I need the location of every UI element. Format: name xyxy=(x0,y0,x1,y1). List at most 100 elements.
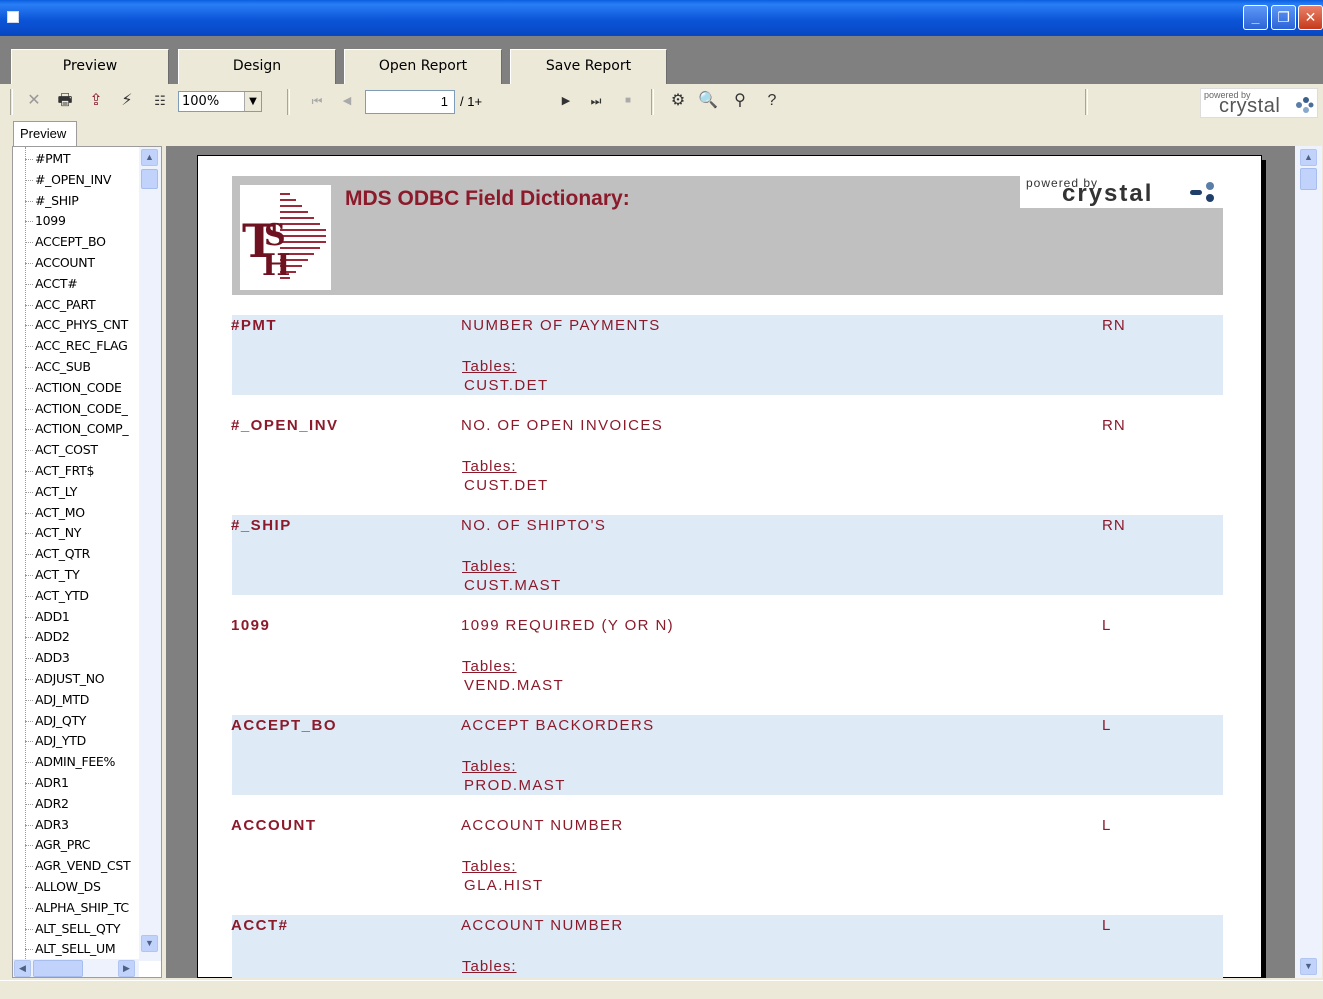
tree-item[interactable]: ALLOW_DS xyxy=(35,877,101,897)
drill-up-icon[interactable]: ⚙ xyxy=(668,91,688,111)
tree-item[interactable]: ALPHA_SHIP_TC xyxy=(35,898,129,918)
print-icon[interactable]: 🖶 xyxy=(55,91,75,111)
tree-connector xyxy=(25,387,33,389)
scroll-left-icon[interactable]: ◀ xyxy=(14,960,31,977)
zoom-select[interactable]: 100% ▼ xyxy=(178,91,262,112)
tree-connector xyxy=(25,949,33,951)
logo-brand-text: crystal xyxy=(1219,95,1281,117)
tree-item[interactable]: ALT_SELL_UM xyxy=(35,939,116,959)
tree-item[interactable]: 1099 xyxy=(35,211,66,231)
tree-hscroll-thumb[interactable] xyxy=(33,960,83,977)
tree-item[interactable]: ACT_COST xyxy=(35,440,98,460)
minimize-button[interactable]: _ xyxy=(1243,5,1268,30)
last-page-icon[interactable]: ⏭ xyxy=(586,91,606,111)
first-page-icon[interactable]: ⏮ xyxy=(307,91,327,111)
tree-item[interactable]: ACT_TY xyxy=(35,565,80,585)
restore-button[interactable]: ❐ xyxy=(1271,5,1296,30)
scroll-up-icon[interactable]: ▲ xyxy=(141,149,158,166)
tree-item[interactable]: ADJ_YTD xyxy=(35,731,86,751)
tree-scroll-thumb[interactable] xyxy=(141,169,158,189)
page-total-label: / 1+ xyxy=(460,94,483,109)
tree-item[interactable]: ACTION_CODE_ xyxy=(35,399,128,419)
field-name: #_SHIP xyxy=(231,517,292,534)
tree-item[interactable]: AGR_VEND_CST xyxy=(35,856,131,876)
tab-preview[interactable]: Preview xyxy=(11,49,169,84)
tab-save-report[interactable]: Save Report xyxy=(510,49,667,84)
search-expert-icon[interactable]: 🔍 xyxy=(698,91,718,111)
tree-item[interactable]: ACCOUNT xyxy=(35,253,95,273)
field-name: ACCT# xyxy=(231,917,289,934)
field-type: RN xyxy=(1102,517,1126,534)
close-window-button[interactable]: ✕ xyxy=(1298,5,1323,30)
tree-item[interactable]: #_OPEN_INV xyxy=(35,170,111,190)
tree-item[interactable]: ACT_YTD xyxy=(35,586,89,606)
scroll-right-icon[interactable]: ▶ xyxy=(118,960,135,977)
report-vertical-scrollbar[interactable]: ▲ ▼ xyxy=(1295,146,1322,978)
page-shadow xyxy=(1262,160,1266,978)
stop-icon[interactable]: ■ xyxy=(618,91,638,111)
tree-connector xyxy=(25,720,33,722)
tree-connector xyxy=(25,325,33,327)
page-number-input[interactable]: 1 xyxy=(365,90,455,114)
tree-item[interactable]: ADR3 xyxy=(35,815,69,835)
tree-item[interactable]: ACC_PHYS_CNT xyxy=(35,315,128,335)
tables-label: Tables: xyxy=(462,458,517,475)
tree-connector xyxy=(25,928,33,930)
report-scroll-thumb[interactable] xyxy=(1300,168,1317,190)
tree-item[interactable]: AGR_PRC xyxy=(35,835,90,855)
help-icon[interactable]: ? xyxy=(762,91,782,111)
tree-item[interactable]: ACTION_COMP_ xyxy=(35,419,129,439)
tree-item[interactable]: ACT_MO xyxy=(35,503,85,523)
export-icon[interactable]: ⇪ xyxy=(86,91,106,111)
tree-item[interactable]: ACT_QTR xyxy=(35,544,90,564)
field-name: ACCEPT_BO xyxy=(231,717,338,734)
close-report-icon[interactable]: ✕ xyxy=(24,91,44,111)
tree-item[interactable]: ADJ_MTD xyxy=(35,690,89,710)
tree-connector xyxy=(25,283,33,285)
tree-vertical-scrollbar[interactable]: ▲ ▼ xyxy=(139,147,161,961)
tree-item[interactable]: ADR1 xyxy=(35,773,69,793)
tree-item[interactable]: ADD2 xyxy=(35,627,70,647)
tree-item[interactable]: ACC_REC_FLAG xyxy=(35,336,128,356)
field-description: ACCOUNT NUMBER xyxy=(461,917,624,934)
scroll-down-icon[interactable]: ▼ xyxy=(141,935,158,952)
tree-item[interactable]: ADR2 xyxy=(35,794,69,814)
tree-item[interactable]: ACTION_CODE xyxy=(35,378,122,398)
tables-label: Tables: xyxy=(462,558,517,575)
tab-design[interactable]: Design xyxy=(178,49,336,84)
tree-item[interactable]: ACCEPT_BO xyxy=(35,232,106,252)
tree-item[interactable]: ADJ_QTY xyxy=(35,711,86,731)
tree-item[interactable]: #PMT xyxy=(35,149,71,169)
tree-item[interactable]: ACT_FRT$ xyxy=(35,461,94,481)
refresh-icon[interactable]: ⚡ xyxy=(117,91,137,111)
tree-connector xyxy=(25,200,33,202)
tab-open-report[interactable]: Open Report xyxy=(344,49,502,84)
next-page-icon[interactable]: ▶ xyxy=(556,91,576,111)
tree-item[interactable]: #_SHIP xyxy=(35,191,79,211)
tree-item[interactable]: ALT_SELL_QTY xyxy=(35,919,121,939)
tree-connector xyxy=(25,242,33,244)
crystal-logo: powered by crystal xyxy=(1200,88,1318,118)
tree-item[interactable]: ACT_LY xyxy=(35,482,77,502)
tree-connector xyxy=(25,595,33,597)
tree-connector xyxy=(25,824,33,826)
tree-connector xyxy=(25,450,33,452)
scroll-down-icon[interactable]: ▼ xyxy=(1300,958,1317,975)
tree-item[interactable]: ACCT# xyxy=(35,274,78,294)
find-icon[interactable]: ⚲ xyxy=(730,91,750,111)
chevron-down-icon[interactable]: ▼ xyxy=(244,92,261,111)
tree-item[interactable]: ADD1 xyxy=(35,607,70,627)
tree-item[interactable]: ACC_SUB xyxy=(35,357,91,377)
tree-item[interactable]: ADJUST_NO xyxy=(35,669,105,689)
previous-page-icon[interactable]: ◀ xyxy=(337,91,357,111)
tree-horizontal-scrollbar[interactable]: ◀ ▶ xyxy=(13,959,139,977)
group-tree-toggle-icon[interactable]: ☷ xyxy=(150,91,170,111)
preview-subtab[interactable]: Preview xyxy=(13,121,77,146)
tree-item[interactable]: ADMIN_FEE% xyxy=(35,752,115,772)
tree-item[interactable]: ADD3 xyxy=(35,648,70,668)
tree-connector xyxy=(25,471,33,472)
scroll-up-icon[interactable]: ▲ xyxy=(1300,149,1317,166)
tree-item[interactable]: ACT_NY xyxy=(35,523,81,543)
field-type: L xyxy=(1102,617,1112,634)
tree-item[interactable]: ACC_PART xyxy=(35,295,96,315)
